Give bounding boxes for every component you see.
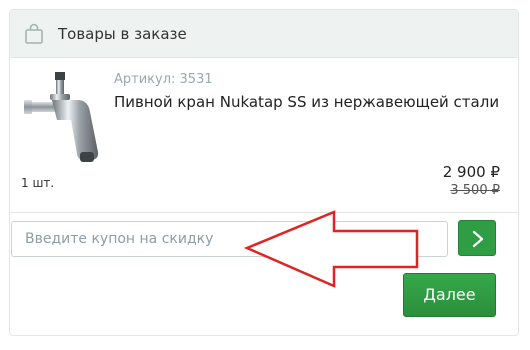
product-old-price: 3 500 ₽	[450, 183, 500, 198]
card-header: Товары в заказе	[10, 10, 518, 58]
header-title: Товары в заказе	[58, 25, 187, 43]
divider	[10, 212, 518, 213]
shopping-bag-icon	[23, 23, 45, 45]
product-sku: Артикул: 3531	[114, 72, 213, 87]
product-name-link[interactable]: Пивной кран Nukatap SS из нержавеющей ст…	[114, 93, 499, 111]
product-image[interactable]	[22, 70, 108, 168]
coupon-input[interactable]	[11, 221, 448, 257]
apply-coupon-button[interactable]	[458, 220, 496, 256]
product-quantity: 1 шт.	[21, 176, 55, 190]
chevron-right-icon	[472, 230, 484, 248]
product-price: 2 900 ₽	[442, 163, 500, 181]
next-button[interactable]: Далее	[403, 273, 496, 317]
